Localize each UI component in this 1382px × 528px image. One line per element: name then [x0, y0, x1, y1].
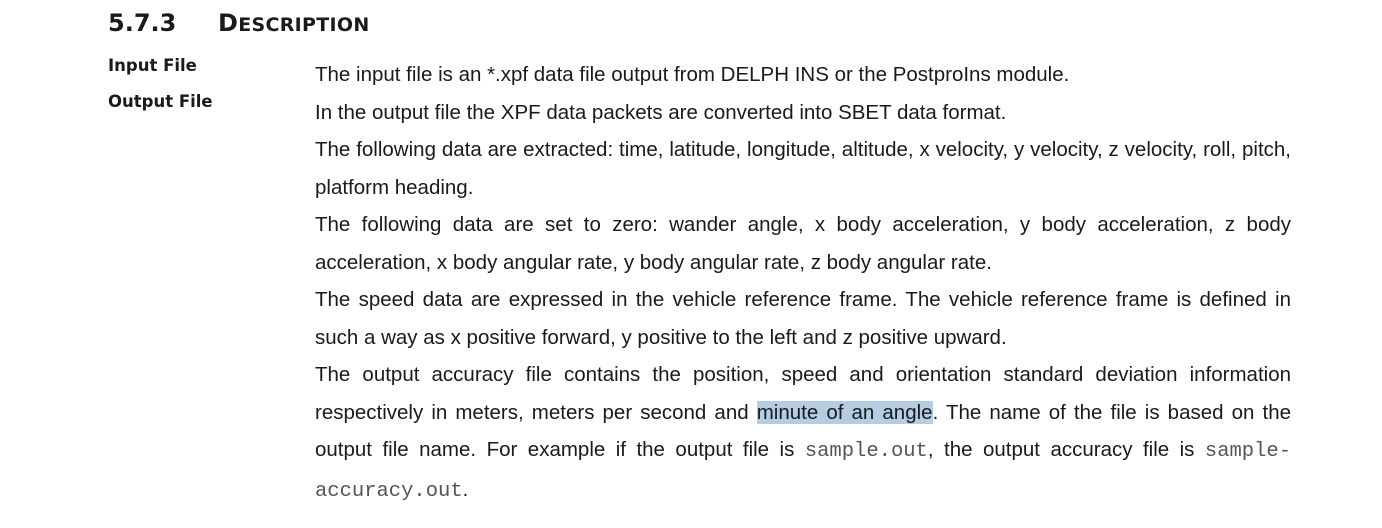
section-number: 5.7.3	[108, 9, 177, 37]
paragraph-speed-frame: The speed data are expressed in the vehi…	[315, 288, 1291, 349]
output-file-label: Output File	[108, 92, 213, 111]
section-title-rest: ESCRIPTION	[238, 14, 370, 36]
section-title-initial: D	[218, 9, 239, 37]
input-file-label: Input File	[108, 56, 197, 75]
code-sample-out: sample.out	[804, 440, 928, 463]
paragraph-output-file: In the output file the XPF data packets …	[315, 100, 1007, 124]
section-heading: 5.7.3 DESCRIPTION	[108, 6, 370, 40]
paragraph-input-file: The input file is an *.xpf data file out…	[315, 63, 1070, 86]
accuracy-text-4: .	[462, 477, 469, 501]
description-body: The input file is an *.xpf data file out…	[315, 56, 1291, 510]
paragraph-extracted-data: The following data are extracted: time, …	[315, 138, 1291, 199]
section-title: DESCRIPTION	[218, 9, 370, 37]
highlighted-text[interactable]: minute of an angle	[756, 400, 933, 424]
paragraph-accuracy-file: The output accuracy file contains the po…	[315, 356, 1291, 510]
paragraph-zero-data: The following data are set to zero: wand…	[315, 213, 1291, 274]
accuracy-text-3: , the output accuracy file is	[927, 438, 1205, 461]
